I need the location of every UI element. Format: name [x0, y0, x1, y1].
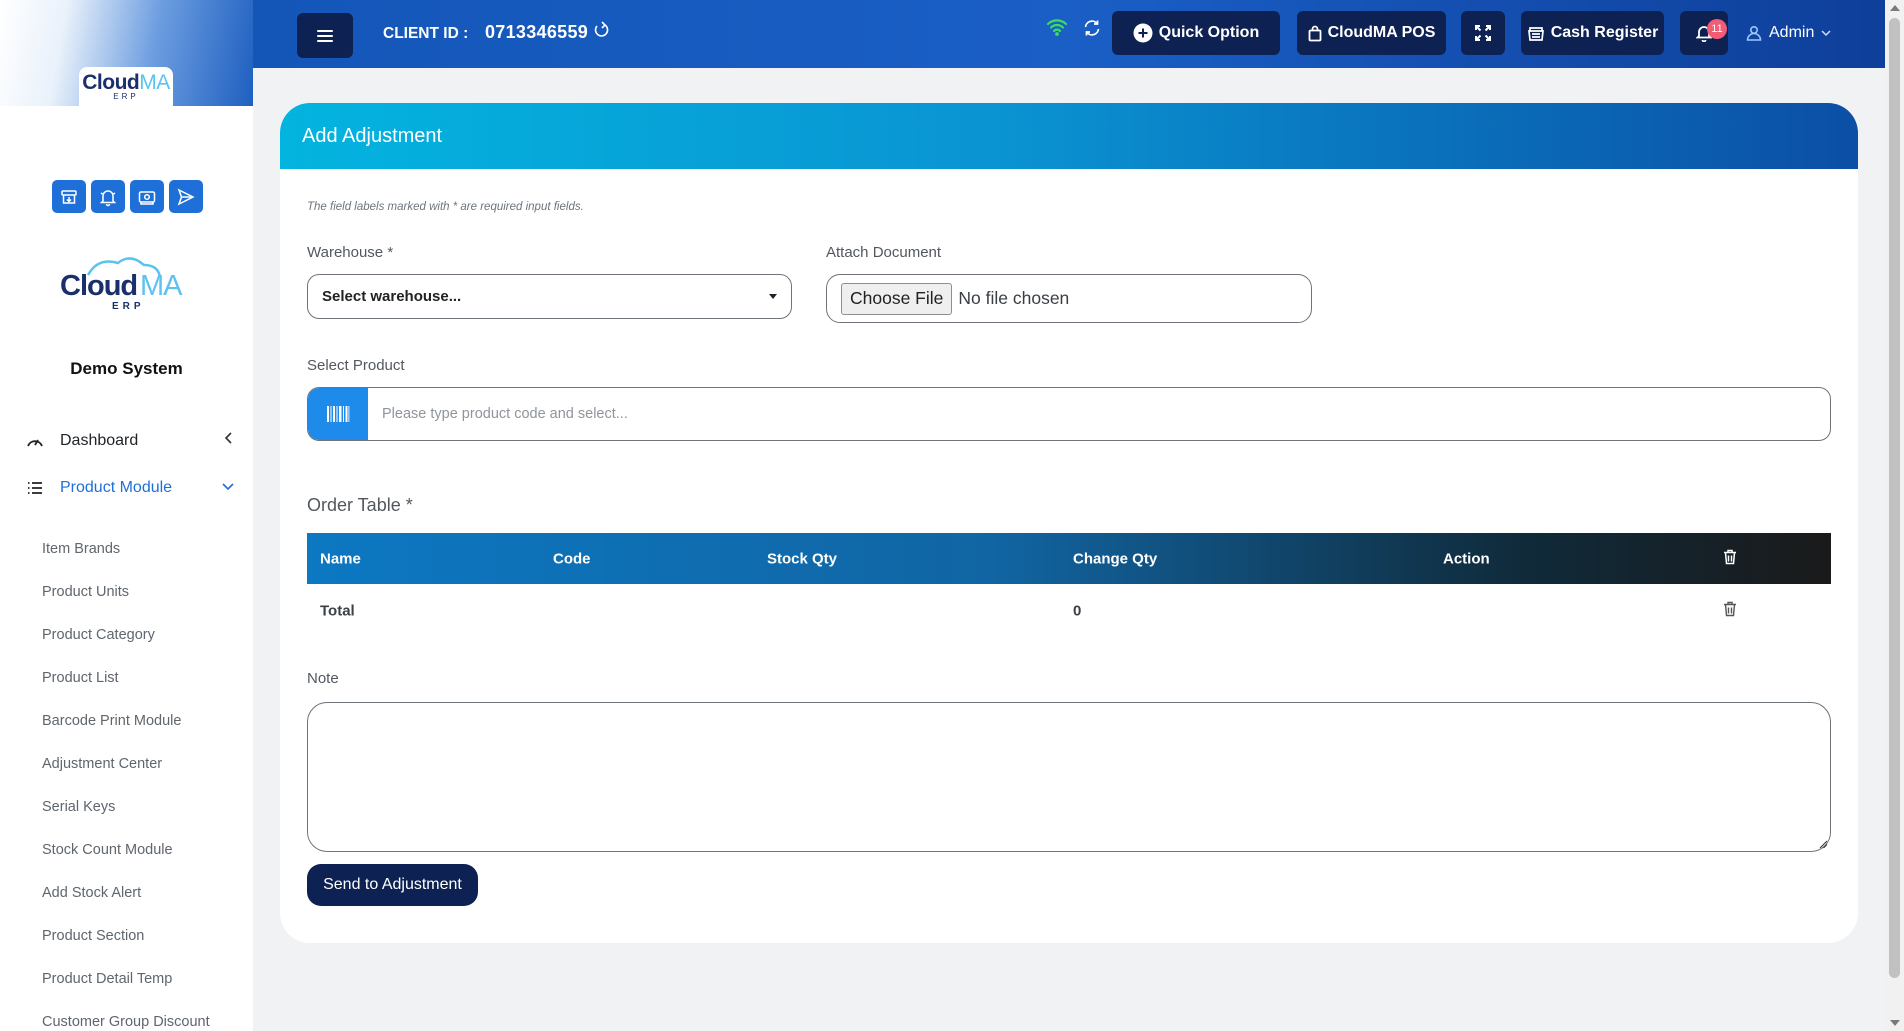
bell-icon[interactable]	[91, 180, 125, 213]
chevron-left-icon	[224, 432, 234, 447]
barcode-scan-button[interactable]	[308, 388, 368, 440]
caret-down-icon	[769, 294, 777, 299]
fullscreen-button[interactable]	[1461, 11, 1505, 55]
refresh-icon[interactable]	[593, 20, 609, 45]
sidebar-item-label: Product Module	[60, 479, 173, 496]
user-menu[interactable]: Admin	[1746, 24, 1831, 42]
total-change-qty: 0	[1073, 602, 1082, 620]
list-icon	[24, 477, 46, 499]
sidebar-item-barcode-print[interactable]: Barcode Print Module	[42, 708, 210, 751]
note-textarea[interactable]	[307, 702, 1831, 852]
sidebar: CloudMA ERP Cloud MA ERP Demo System Das…	[0, 0, 253, 1031]
warehouse-select[interactable]: Select warehouse...	[307, 274, 792, 319]
logo-accent-text: MA	[139, 71, 170, 94]
notification-count-badge: 11	[1707, 19, 1727, 39]
sidebar-item-product-section[interactable]: Product Section	[42, 923, 210, 966]
attach-document-label: Attach Document	[826, 244, 942, 261]
sidebar-quick-icons	[52, 180, 203, 213]
table-total-row: Total 0	[307, 584, 1831, 638]
user-icon	[1746, 25, 1762, 41]
top-header: CLIENT ID : 0713346559 Quick Option Clou…	[253, 0, 1885, 68]
page-title: Add Adjustment	[280, 103, 1858, 169]
gauge-icon	[24, 430, 46, 452]
order-table-title: Order Table *	[307, 495, 413, 515]
warehouse-selected-value: Select warehouse...	[322, 288, 462, 305]
sidebar-item-item-brands[interactable]: Item Brands	[42, 536, 210, 579]
sidebar-item-adjustment-center[interactable]: Adjustment Center	[42, 751, 210, 794]
sidebar-item-stock-count[interactable]: Stock Count Module	[42, 837, 210, 880]
logo-sub-text: ERP	[113, 92, 139, 101]
client-id-value: 0713346559	[485, 22, 589, 42]
quick-option-label: Quick Option	[1158, 24, 1260, 41]
product-module-submenu: Item Brands Product Units Product Catego…	[42, 536, 210, 1031]
note-label: Note	[307, 670, 339, 687]
column-header-stock-qty: Stock Qty	[767, 550, 838, 567]
company-name: Demo System	[70, 359, 183, 378]
scroll-up-arrow-icon[interactable]	[1890, 5, 1900, 11]
sidebar-item-product-list[interactable]: Product List	[42, 665, 210, 708]
plus-circle-icon	[1133, 23, 1153, 43]
select-product-label: Select Product	[307, 357, 405, 374]
sidebar-item-customer-group-discount[interactable]: Customer Group Discount	[42, 1009, 210, 1031]
money-icon[interactable]	[130, 180, 164, 213]
sidebar-item-serial-keys[interactable]: Serial Keys	[42, 794, 210, 837]
menu-toggle-button[interactable]	[297, 13, 353, 58]
sidebar-item-product-module[interactable]: Product Module	[24, 477, 234, 499]
sidebar-item-dashboard[interactable]: Dashboard	[24, 430, 234, 452]
wifi-icon	[1046, 18, 1068, 41]
notifications-button[interactable]: 11	[1680, 11, 1728, 55]
required-fields-note: The field labels marked with * are requi…	[307, 201, 584, 213]
pos-button[interactable]: CloudMA POS	[1297, 11, 1446, 55]
warehouse-label: Warehouse *	[307, 244, 394, 261]
pos-label: CloudMA POS	[1327, 24, 1436, 41]
header-logo[interactable]: CloudMA ERP	[79, 67, 173, 107]
page-scrollbar[interactable]	[1885, 0, 1904, 1031]
sidebar-item-product-detail-temp[interactable]: Product Detail Temp	[42, 966, 210, 1009]
cash-register-button[interactable]: Cash Register	[1521, 11, 1664, 55]
resize-grip-icon[interactable]	[1819, 840, 1828, 849]
add-adjustment-card: Add Adjustment The field labels marked w…	[280, 103, 1858, 943]
cash-register-label: Cash Register	[1550, 24, 1659, 41]
svg-text:MA: MA	[140, 270, 183, 302]
logo-main-text: Cloud	[82, 71, 140, 94]
brand-logo: Cloud MA ERP	[60, 257, 184, 312]
hamburger-icon	[317, 29, 333, 42]
choose-file-button[interactable]: Choose File	[841, 282, 953, 315]
trash-icon[interactable]	[1723, 601, 1737, 621]
sync-icon[interactable]	[1082, 18, 1102, 43]
product-search-input[interactable]	[368, 388, 1830, 440]
attach-document-input: Choose File No file chosen	[826, 274, 1312, 323]
chevron-down-icon	[222, 479, 234, 494]
fullscreen-icon	[1475, 25, 1491, 41]
client-id-label: CLIENT ID :	[383, 25, 469, 42]
archive-icon[interactable]	[52, 180, 86, 213]
chevron-down-icon	[1821, 29, 1831, 36]
column-header-action: Action	[1443, 550, 1490, 567]
sidebar-item-product-category[interactable]: Product Category	[42, 622, 210, 665]
user-name: Admin	[1769, 24, 1815, 41]
send-icon[interactable]	[169, 180, 203, 213]
sidebar-item-add-stock-alert[interactable]: Add Stock Alert	[42, 880, 210, 923]
svg-text:Cloud: Cloud	[60, 270, 137, 302]
sidebar-item-label: Dashboard	[60, 432, 139, 449]
order-table: Name Code Stock Qty Change Qty Action To…	[307, 533, 1831, 638]
column-header-change-qty: Change Qty	[1073, 550, 1158, 567]
column-header-name: Name	[320, 550, 361, 567]
total-label: Total	[320, 602, 355, 620]
scroll-down-arrow-icon[interactable]	[1890, 1020, 1900, 1026]
svg-text:ERP: ERP	[112, 301, 145, 312]
file-status-text: No file chosen	[958, 288, 1070, 308]
sidebar-item-product-units[interactable]: Product Units	[42, 579, 210, 622]
table-header-row: Name Code Stock Qty Change Qty Action	[307, 533, 1831, 584]
scrollbar-thumb[interactable]	[1889, 18, 1900, 978]
send-to-adjustment-button[interactable]: Send to Adjustment	[307, 864, 478, 906]
clear-all-trash-icon[interactable]	[1723, 549, 1737, 569]
cash-register-icon	[1527, 27, 1544, 41]
shopping-bag-icon	[1308, 25, 1321, 41]
product-search-group	[307, 387, 1831, 441]
barcode-icon	[327, 406, 350, 422]
quick-option-button[interactable]: Quick Option	[1112, 11, 1280, 55]
column-header-code: Code	[553, 550, 591, 567]
